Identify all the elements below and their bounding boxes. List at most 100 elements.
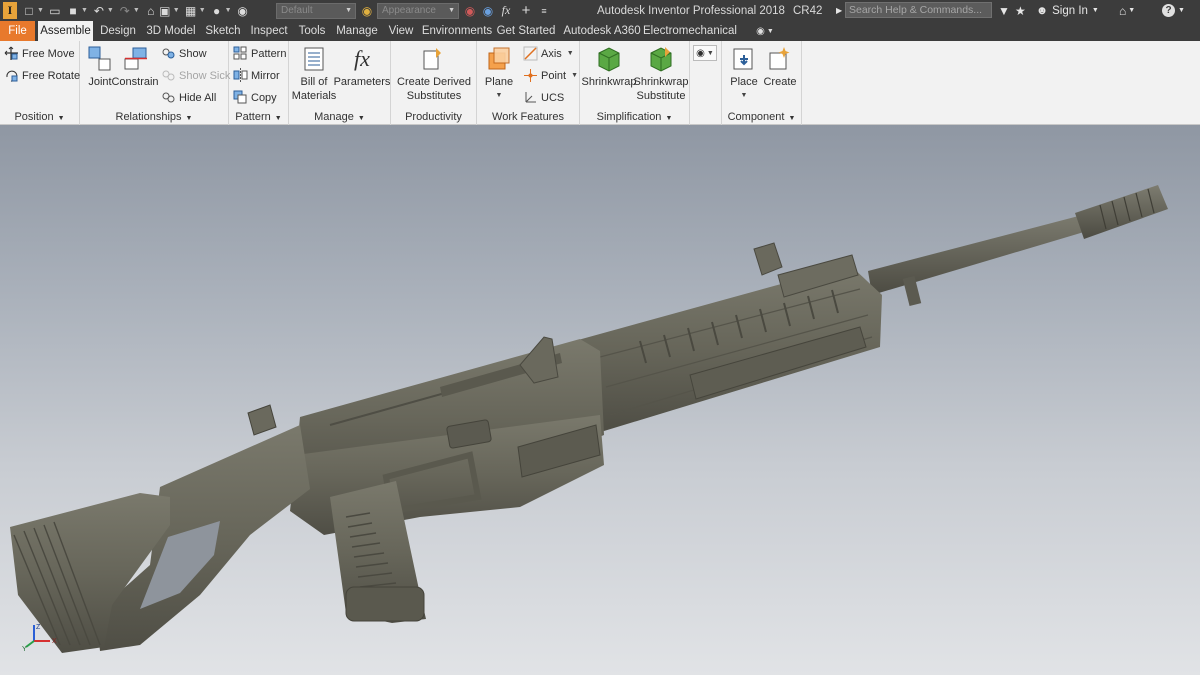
measure-dropdown-icon[interactable]: ▼ (225, 7, 232, 14)
panel-visibility-icon[interactable]: ◉ ▼ (752, 21, 778, 41)
clear-appearance-icon[interactable]: ◉ (481, 4, 495, 18)
panel-manage-title[interactable]: Manage ▼ (289, 111, 390, 123)
hide-all-button[interactable]: Hide All (161, 90, 216, 105)
axis-button[interactable]: Axis ▼ (523, 46, 574, 61)
design-view-combo[interactable]: Default ▼ (276, 2, 356, 19)
barrel[interactable] (868, 213, 1094, 295)
graphics-viewport[interactable]: Z X Y (0, 125, 1200, 675)
bom-label-line1: Bill of (300, 76, 328, 88)
bill-of-materials-button[interactable]: Bill of Materials (291, 45, 337, 103)
shrinkwrap-substitute-button[interactable]: Shrinkwrap Substitute (633, 45, 689, 103)
tab-manage[interactable]: Manage (334, 21, 380, 41)
update-dropdown-icon[interactable]: ▼ (199, 7, 206, 14)
undo-icon[interactable]: ↶ (92, 4, 106, 18)
panel-simplification-title[interactable]: Simplification ▼ (580, 111, 689, 123)
free-move-button[interactable]: Free Move (4, 46, 75, 61)
tab-autodesk-a360-label: Autodesk A360 (563, 25, 641, 37)
front-sight[interactable] (753, 242, 783, 276)
panel-component-title[interactable]: Component ▼ (722, 111, 801, 123)
sign-in-button[interactable]: ☻ Sign In ▼ (1036, 0, 1099, 21)
show-button[interactable]: Show (161, 46, 207, 61)
tab-design[interactable]: Design (96, 21, 140, 41)
update-icon[interactable]: ▦ (184, 4, 198, 18)
parameters-button[interactable]: fx Parameters (334, 45, 391, 89)
tab-electromechanical-label: Electromechanical (643, 25, 737, 37)
tab-environments[interactable]: Environments (422, 21, 492, 41)
charging-handle[interactable] (247, 404, 277, 436)
help-icon[interactable]: ? ▼ (1162, 0, 1185, 21)
create-label: Create (763, 76, 797, 88)
shrinkwrap-substitute-label-line1: Shrinkwrap (633, 76, 689, 88)
new-dropdown-icon[interactable]: ▼ (37, 7, 44, 14)
color-wheel-icon[interactable]: ◉ (360, 4, 374, 18)
measure-icon[interactable]: ● (210, 4, 224, 18)
tab-assemble[interactable]: Assemble (38, 21, 93, 41)
tab-electromechanical[interactable]: Electromechanical (643, 21, 737, 41)
binoculars-icon[interactable]: ▼ (998, 0, 1010, 21)
search-expand-icon[interactable]: ▶ (836, 0, 842, 21)
view-style-dropdown[interactable]: ◉ ▼ (693, 45, 717, 61)
redo-dropdown-icon[interactable]: ▼ (133, 7, 140, 14)
app-title: Autodesk Inventor Professional 2018 (597, 4, 785, 17)
joint-icon (86, 45, 114, 73)
save-dropdown-icon[interactable]: ▼ (81, 7, 88, 14)
place-dropdown-icon[interactable]: ▼ (741, 89, 748, 103)
select-icon[interactable]: ▣ (158, 4, 172, 18)
mirror-button[interactable]: Mirror (233, 68, 280, 83)
tab-file[interactable]: File (0, 21, 35, 41)
appearance-override-icon[interactable]: ◉ (463, 4, 477, 18)
free-rotate-button[interactable]: Free Rotate (4, 68, 80, 83)
help-search-input[interactable]: Search Help & Commands... (845, 2, 992, 18)
tab-view-label: View (388, 25, 414, 37)
plane-dropdown-icon[interactable]: ▼ (496, 89, 503, 103)
rifle-assembly-model[interactable] (0, 125, 1200, 675)
redo-icon[interactable]: ↷ (118, 4, 132, 18)
home-icon[interactable]: ⌂ (144, 4, 158, 18)
tab-view[interactable]: View (384, 21, 418, 41)
plane-button[interactable]: Plane ▼ (481, 45, 517, 103)
inventor-logo-icon[interactable]: I (3, 2, 17, 19)
ucs-button[interactable]: UCS (523, 90, 564, 105)
copy-button[interactable]: Copy (233, 90, 277, 105)
show-sick-button[interactable]: Show Sick (161, 68, 230, 83)
crosshair-icon[interactable]: + (519, 2, 533, 19)
point-button[interactable]: Point ▼ (523, 68, 578, 83)
customize-qat-icon[interactable]: ≡ (537, 4, 551, 18)
new-file-icon[interactable]: □ (22, 4, 36, 18)
panel-relationships-title-label: Relationships (115, 111, 182, 123)
panel-relationships-title[interactable]: Relationships ▼ (80, 111, 228, 123)
appearance-combo[interactable]: Appearance ▼ (377, 2, 459, 19)
place-button[interactable]: Place ▼ (726, 45, 762, 103)
star-icon[interactable]: ★ (1015, 0, 1026, 21)
tab-3d-model[interactable]: 3D Model (144, 21, 198, 41)
cart-icon[interactable]: ⌂ ▼ (1119, 0, 1135, 21)
tab-tools[interactable]: Tools (294, 21, 330, 41)
globe-icon[interactable]: ◉ (236, 4, 250, 18)
panel-productivity-title: Productivity (391, 111, 476, 123)
place-component-icon (730, 45, 758, 73)
save-icon[interactable]: ■ (66, 4, 80, 18)
tab-assemble-label: Assemble (40, 25, 91, 37)
constrain-button[interactable]: Constrain (111, 45, 159, 89)
tab-get-started[interactable]: Get Started (496, 21, 556, 41)
create-button[interactable]: Create (762, 45, 798, 89)
window-title: Autodesk Inventor Professional 2018 CR42 (597, 0, 822, 21)
panel-pattern: Pattern Mirror Copy Pattern ▼ (229, 41, 289, 125)
panel-pattern-title[interactable]: Pattern ▼ (229, 111, 288, 123)
tab-inspect-label: Inspect (250, 25, 288, 37)
fx-parameters-icon[interactable]: fx (499, 3, 513, 18)
axis-dropdown-icon[interactable]: ▼ (567, 50, 574, 57)
undo-dropdown-icon[interactable]: ▼ (107, 7, 114, 14)
open-folder-icon[interactable]: ▭ (48, 4, 62, 18)
pattern-button[interactable]: Pattern (233, 46, 286, 61)
panel-position-title[interactable]: Position ▼ (0, 111, 79, 123)
grip-cap[interactable] (345, 586, 425, 622)
bill-of-materials-icon (300, 45, 328, 73)
tab-sketch[interactable]: Sketch (202, 21, 244, 41)
point-dropdown-icon[interactable]: ▼ (571, 72, 578, 79)
create-derived-substitutes-button[interactable]: Create Derived Substitutes (395, 45, 473, 103)
select-dropdown-icon[interactable]: ▼ (173, 7, 180, 14)
shrinkwrap-button[interactable]: Shrinkwrap (581, 45, 637, 89)
tab-inspect[interactable]: Inspect (248, 21, 290, 41)
tab-autodesk-a360[interactable]: Autodesk A360 (562, 21, 642, 41)
